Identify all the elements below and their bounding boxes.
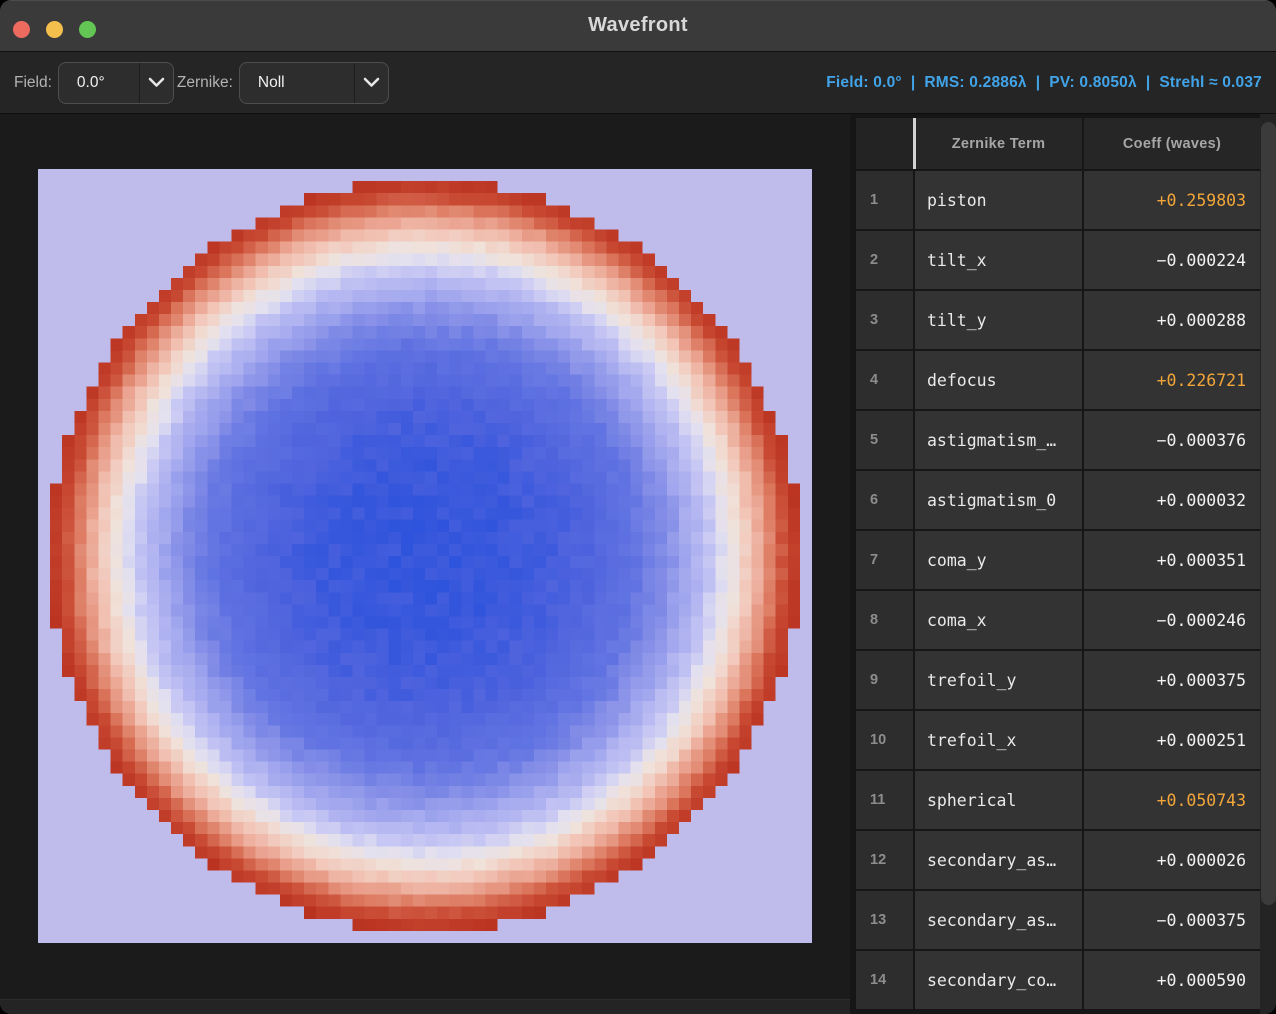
zernike-term-cell[interactable]: coma_y [915,531,1082,589]
bottom-bar [0,999,850,1014]
coeff-value-cell[interactable]: +0.226721 [1084,351,1260,409]
zernike-term-cell[interactable]: secondary_as… [915,831,1082,889]
coeff-value-cell[interactable]: +0.259803 [1084,171,1260,229]
coeff-value-cell[interactable]: +0.000288 [1084,291,1260,349]
coeff-value-cell[interactable]: +0.000351 [1084,531,1260,589]
zernike-term-cell[interactable]: secondary_co… [915,951,1082,1009]
coeff-value-cell[interactable]: +0.000032 [1084,471,1260,529]
scrollbar-thumb[interactable] [1261,122,1276,905]
row-number-cell[interactable]: 9 [856,651,913,709]
zernike-term-cell[interactable]: secondary_as… [915,891,1082,949]
row-number-cell[interactable]: 13 [856,891,913,949]
wavefront-heatmap [38,169,812,943]
zernike-term-cell[interactable]: spherical [915,771,1082,829]
zernike-term-cell[interactable]: tilt_y [915,291,1082,349]
coeff-value-cell[interactable]: −0.000376 [1084,411,1260,469]
row-number-cell[interactable]: 6 [856,471,913,529]
chevron-down-icon [354,63,388,103]
title-bar[interactable]: Wavefront [0,0,1276,52]
zernike-table-panel: Zernike Term Coeff (waves) 1piston+0.259… [850,114,1276,1014]
coeff-value-cell[interactable]: +0.000590 [1084,951,1260,1009]
row-number-cell[interactable]: 4 [856,351,913,409]
scrollbar-track[interactable] [1260,114,1276,1014]
traffic-lights [13,21,96,38]
row-number-cell[interactable]: 3 [856,291,913,349]
main-content: Zernike Term Coeff (waves) 1piston+0.259… [0,114,1276,1014]
zernike-label: Zernike: [177,74,233,92]
row-number-cell[interactable]: 11 [856,771,913,829]
field-dropdown[interactable]: 0.0° [58,62,174,104]
row-number-cell[interactable]: 14 [856,951,913,1009]
table-header-corner [856,118,913,169]
coeff-value-cell[interactable]: −0.000375 [1084,891,1260,949]
coeff-value-cell[interactable]: +0.050743 [1084,771,1260,829]
zernike-dropdown-value: Noll [240,74,354,92]
coeff-value-cell[interactable]: −0.000224 [1084,231,1260,289]
wavefront-plot-panel [0,114,850,1014]
coeff-value-cell[interactable]: +0.000251 [1084,711,1260,769]
coeff-value-cell[interactable]: +0.000026 [1084,831,1260,889]
row-number-cell[interactable]: 2 [856,231,913,289]
chevron-down-icon [139,63,173,103]
zernike-term-cell[interactable]: trefoil_y [915,651,1082,709]
column-resize-indicator [913,118,916,169]
zernike-term-cell[interactable]: astigmatism_… [915,411,1082,469]
minimize-button[interactable] [46,21,63,38]
field-label: Field: [14,74,52,92]
table-header-term[interactable]: Zernike Term [915,118,1082,169]
row-number-cell[interactable]: 1 [856,171,913,229]
row-number-cell[interactable]: 7 [856,531,913,589]
zernike-term-cell[interactable]: defocus [915,351,1082,409]
zernike-dropdown[interactable]: Noll [239,62,389,104]
zernike-table: Zernike Term Coeff (waves) 1piston+0.259… [856,118,1260,1009]
wavefront-window: Wavefront Field: 0.0° Zernike: Noll Fiel… [0,0,1276,1014]
row-number-cell[interactable]: 8 [856,591,913,649]
close-button[interactable] [13,21,30,38]
table-header-coeff[interactable]: Coeff (waves) [1084,118,1260,169]
coeff-value-cell[interactable]: −0.000246 [1084,591,1260,649]
toolbar: Field: 0.0° Zernike: Noll Field: 0.0° | … [0,52,1276,114]
window-title: Wavefront [588,14,688,37]
zernike-term-cell[interactable]: trefoil_x [915,711,1082,769]
zernike-term-cell[interactable]: astigmatism_0 [915,471,1082,529]
field-dropdown-value: 0.0° [59,74,139,92]
zernike-term-cell[interactable]: tilt_x [915,231,1082,289]
row-number-cell[interactable]: 5 [856,411,913,469]
zernike-term-cell[interactable]: piston [915,171,1082,229]
coeff-value-cell[interactable]: +0.000375 [1084,651,1260,709]
row-number-cell[interactable]: 10 [856,711,913,769]
row-number-cell[interactable]: 12 [856,831,913,889]
zernike-term-cell[interactable]: coma_x [915,591,1082,649]
status-readout: Field: 0.0° | RMS: 0.2886λ | PV: 0.8050λ… [826,74,1262,92]
zoom-button[interactable] [79,21,96,38]
